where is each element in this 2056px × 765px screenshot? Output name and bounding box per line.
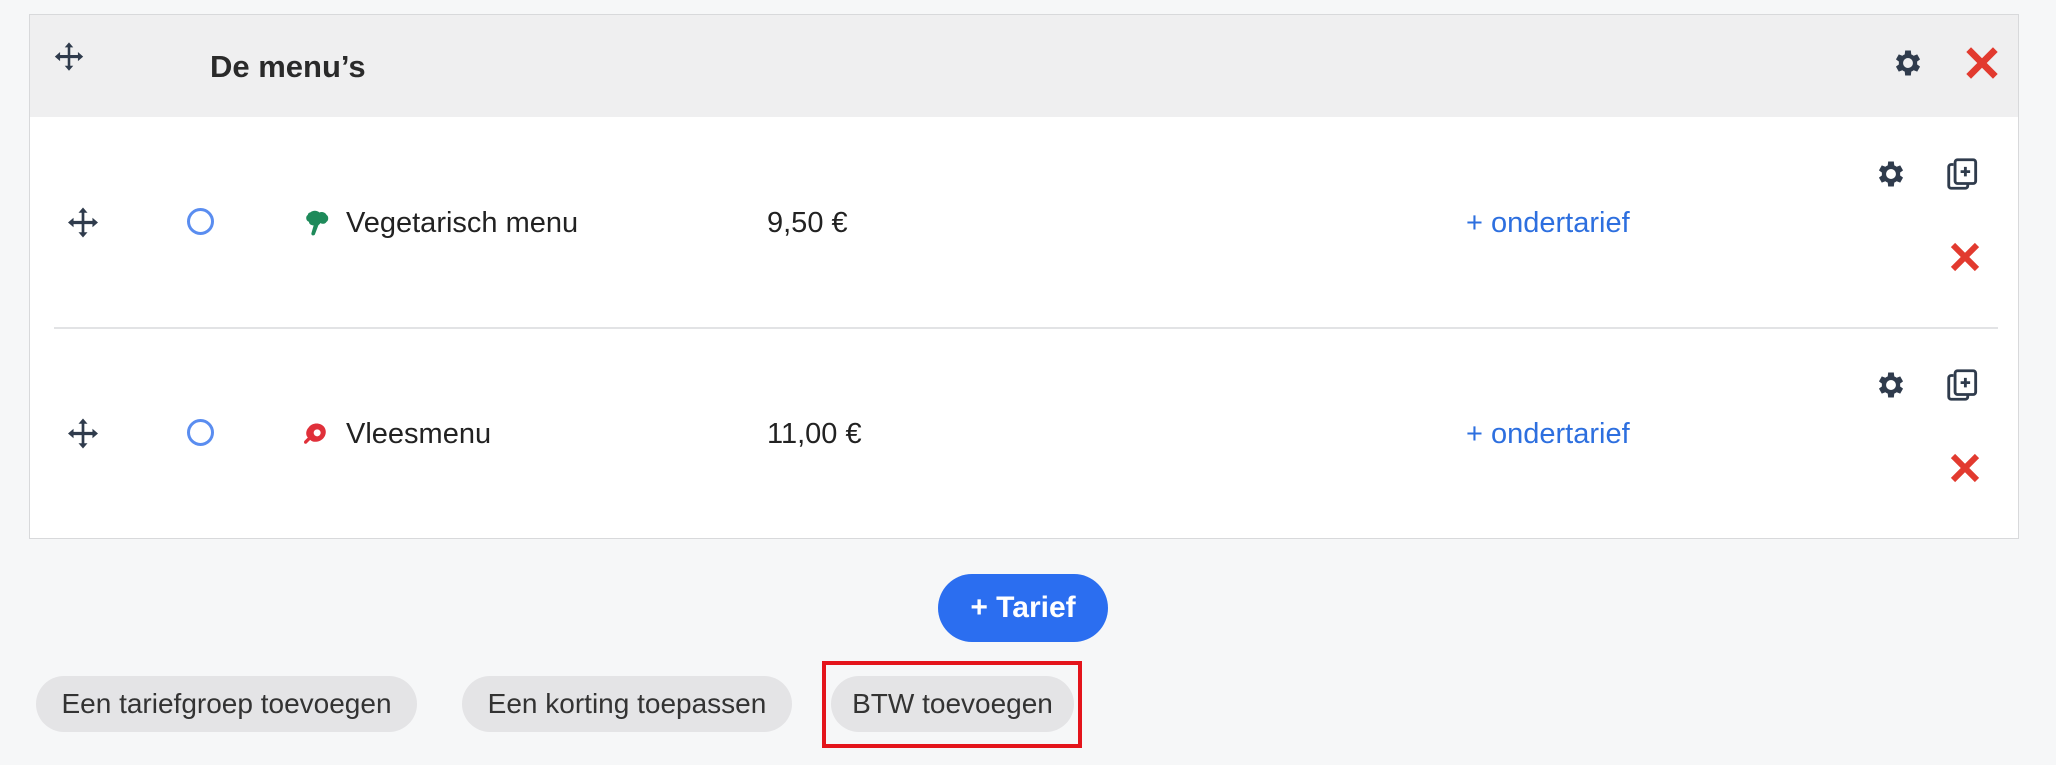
gear-icon[interactable] bbox=[1891, 46, 1925, 80]
row-divider bbox=[54, 327, 1998, 329]
duplicate-icon[interactable] bbox=[1944, 366, 1982, 404]
meat-icon bbox=[302, 420, 330, 450]
apply-discount-button[interactable]: Een korting toepassen bbox=[462, 676, 792, 732]
rate-group-header: De menu’s bbox=[30, 15, 2018, 117]
rate-group-title: De menu’s bbox=[210, 49, 366, 84]
add-rate-group-button[interactable]: Een tariefgroep toevoegen bbox=[36, 676, 417, 732]
add-subrate-link[interactable]: + ondertarief bbox=[1466, 207, 1630, 240]
gear-icon[interactable] bbox=[1874, 368, 1908, 402]
move-arrows-icon[interactable] bbox=[65, 206, 101, 242]
rate-name[interactable]: Vegetarisch menu bbox=[346, 207, 578, 240]
rate-price: 9,50 € bbox=[767, 207, 848, 239]
rate-price: 11,00 € bbox=[767, 418, 862, 450]
duplicate-icon[interactable] bbox=[1944, 155, 1982, 193]
rate-group-panel: De menu’s Vegetarisch menu 9,50 € + onde… bbox=[29, 14, 2019, 539]
move-arrows-icon[interactable] bbox=[52, 41, 86, 75]
rate-row: Vleesmenu 11,00 € + ondertarief bbox=[30, 342, 2018, 552]
rate-radio[interactable] bbox=[187, 419, 214, 446]
rate-row: Vegetarisch menu 9,50 € + ondertarief bbox=[30, 131, 2018, 341]
close-icon[interactable] bbox=[1962, 43, 2002, 83]
broccoli-icon bbox=[302, 209, 330, 239]
close-icon[interactable] bbox=[1947, 450, 1983, 486]
rate-name[interactable]: Vleesmenu bbox=[346, 418, 491, 451]
add-subrate-link[interactable]: + ondertarief bbox=[1466, 418, 1630, 451]
highlight-box bbox=[822, 661, 1082, 748]
close-icon[interactable] bbox=[1947, 239, 1983, 275]
move-arrows-icon[interactable] bbox=[65, 417, 101, 453]
rate-radio[interactable] bbox=[187, 208, 214, 235]
gear-icon[interactable] bbox=[1874, 157, 1908, 191]
add-rate-button[interactable]: + Tarief bbox=[938, 574, 1108, 642]
